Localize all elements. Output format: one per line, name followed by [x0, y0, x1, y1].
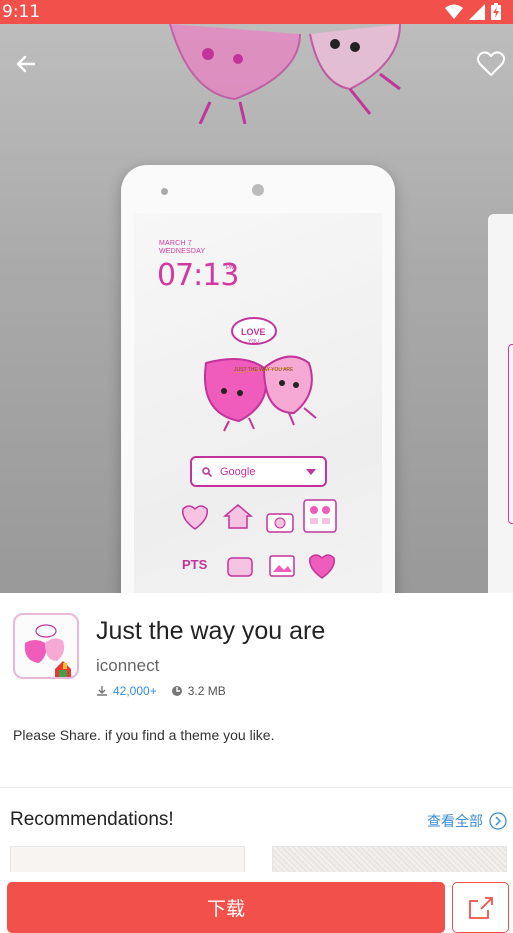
hero-hearts-illustration — [169, 24, 401, 124]
download-count-icon — [97, 686, 107, 696]
view-all-label: 查看全部 — [427, 813, 483, 829]
theme-preview-gallery[interactable]: MARCH 7 WEDNESDAY 07:13 PM LOVE YOU JUST… — [0, 24, 513, 593]
preview-date-month: MARCH 7 — [159, 240, 192, 247]
back-button[interactable] — [6, 44, 46, 84]
section-divider — [0, 787, 513, 788]
status-icons — [445, 3, 501, 20]
house-app-icon — [222, 504, 254, 529]
bottom-action-bar: 下载 — [0, 872, 513, 933]
dock-pts-label: PTS — [182, 557, 208, 572]
next-preview-frame — [508, 344, 513, 524]
app-icon — [13, 613, 79, 679]
app-stats: 42,000+ 3.2 MB — [96, 684, 226, 698]
app-title: Just the way you are — [96, 617, 326, 645]
love-bubble-text: LOVE — [241, 327, 266, 337]
love-hearts-illustration: LOVE YOU JUST THE WAY YOU ARE — [204, 317, 317, 432]
battery-charging-icon — [491, 3, 501, 20]
chevron-right-circle-icon — [489, 812, 507, 830]
heart-outline-icon — [477, 51, 505, 76]
phone-speaker-dot — [161, 188, 168, 195]
share-button[interactable] — [452, 882, 509, 933]
download-count: 42,000+ — [113, 684, 157, 698]
hearts-caption: JUST THE WAY YOU ARE — [234, 367, 294, 373]
preview-search-label: Google — [220, 465, 256, 478]
preview-clock: 07:13 — [157, 258, 239, 293]
favorite-button[interactable] — [471, 44, 511, 84]
cat-face-app-icon — [227, 557, 253, 577]
recommendations-title: Recommendations! — [10, 809, 174, 830]
search-icon — [202, 466, 212, 477]
preview-search-widget: Google — [190, 456, 327, 487]
app-description: Please Share. if you find a theme you li… — [13, 727, 275, 743]
status-bar: 9:11 — [0, 0, 513, 24]
cell-signal-icon — [469, 3, 485, 20]
phone-camera — [252, 184, 264, 196]
view-all-link[interactable]: 查看全部 — [427, 811, 507, 831]
back-arrow-icon — [16, 55, 36, 73]
wifi-icon — [445, 4, 463, 19]
heart-face-app-icon — [182, 505, 208, 530]
next-preview-peek[interactable] — [488, 214, 513, 593]
theme-screen-preview: MARCH 7 WEDNESDAY 07:13 PM LOVE YOU JUST… — [134, 213, 382, 593]
share-icon — [468, 896, 493, 919]
status-time: 9:11 — [2, 2, 41, 22]
heart-app-icon — [309, 554, 335, 579]
preview-date: MARCH 7 WEDNESDAY — [159, 240, 205, 256]
preview-ampm: PM — [226, 265, 235, 271]
file-size: 3.2 MB — [187, 684, 226, 698]
social-folder-icon — [303, 499, 337, 533]
file-size-icon — [171, 686, 182, 696]
phone-mockup: MARCH 7 WEDNESDAY 07:13 PM LOVE YOU JUST… — [121, 165, 395, 593]
app-developer[interactable]: iconnect — [96, 656, 159, 676]
gallery-app-icon — [269, 555, 295, 577]
dropdown-triangle-icon — [306, 468, 316, 475]
love-bubble-sub: YOU — [248, 339, 259, 345]
download-button[interactable]: 下载 — [7, 882, 445, 933]
camera-app-icon — [266, 513, 294, 533]
preview-date-weekday: WEDNESDAY — [159, 248, 206, 255]
app-icon-art — [24, 624, 71, 677]
